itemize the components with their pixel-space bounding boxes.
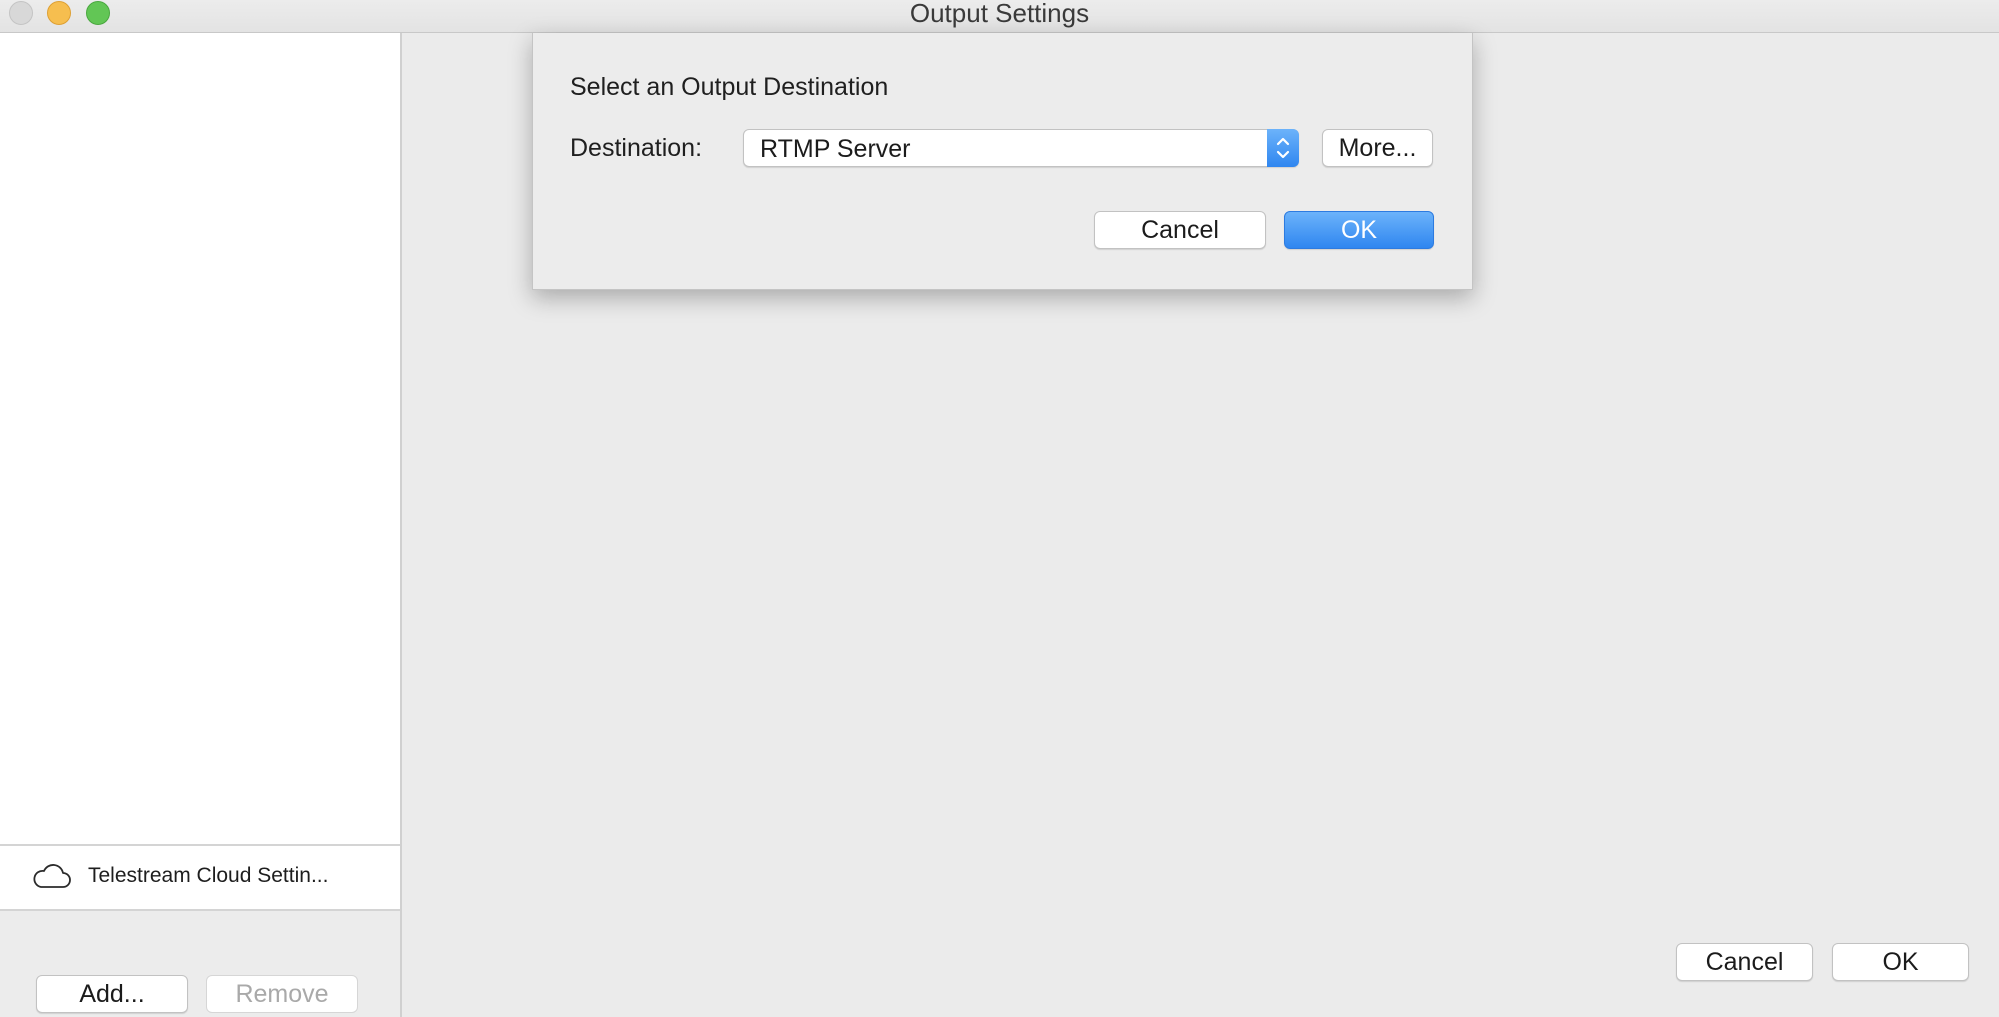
select-stepper[interactable] [1267, 129, 1299, 167]
output-destination-sheet: Select an Output Destination Destination… [532, 33, 1473, 290]
sidebar: Telestream Cloud Settin... Add... Remove [0, 33, 402, 1017]
window-title: Output Settings [909, 0, 1090, 28]
more-button[interactable]: More... [1322, 129, 1433, 167]
sheet-heading: Select an Output Destination [570, 73, 889, 101]
cloud-icon [33, 864, 71, 888]
sheet-ok-button[interactable]: OK [1284, 211, 1434, 249]
remove-button[interactable]: Remove [206, 975, 358, 1013]
chevron-up-down-icon [1276, 137, 1290, 159]
destination-selected-value: RTMP Server [760, 135, 911, 163]
sheet-cancel-button[interactable]: Cancel [1094, 211, 1266, 249]
add-button[interactable]: Add... [36, 975, 188, 1013]
destination-select[interactable]: RTMP Server [743, 129, 1299, 167]
ok-button[interactable]: OK [1832, 943, 1969, 981]
sidebar-item-telestream-cloud[interactable]: Telestream Cloud Settin... [0, 844, 400, 911]
sidebar-button-bar: Add... Remove [0, 911, 400, 1017]
cancel-button[interactable]: Cancel [1676, 943, 1813, 981]
title-bar: Output Settings [0, 0, 1999, 33]
sidebar-item-label: Telestream Cloud Settin... [88, 864, 329, 887]
destination-label: Destination: [570, 134, 703, 162]
